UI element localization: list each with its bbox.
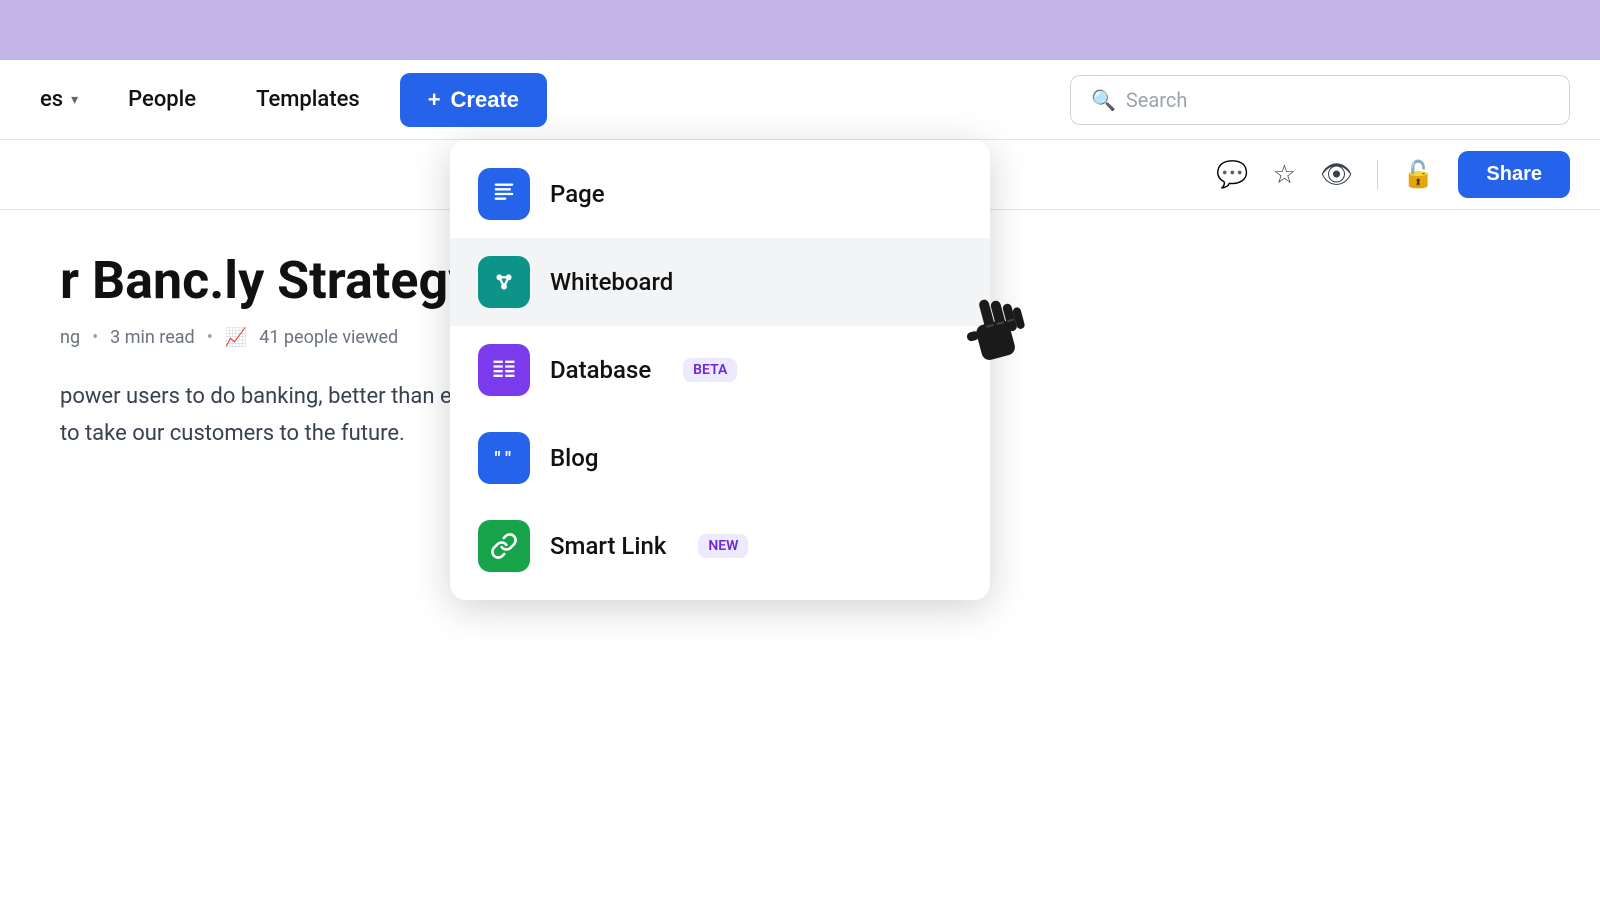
search-box[interactable]: 🔍 Search: [1070, 75, 1570, 125]
dropdown-item-database[interactable]: Database BETA: [450, 326, 990, 414]
database-beta-badge: BETA: [683, 358, 737, 382]
nav-templates-item[interactable]: Templates: [226, 77, 390, 122]
meta-dot-2: •: [207, 327, 213, 348]
dropdown-item-page[interactable]: Page: [450, 150, 990, 238]
nav-pages-item[interactable]: es ▾: [20, 77, 98, 122]
dropdown-page-label: Page: [550, 180, 605, 208]
meta-author: ng: [60, 327, 80, 348]
blog-icon: " ": [478, 432, 530, 484]
trend-icon: 📈: [225, 327, 247, 348]
smartlink-new-badge: NEW: [698, 534, 748, 558]
meta-dot-1: •: [92, 327, 98, 348]
dropdown-whiteboard-label: Whiteboard: [550, 268, 673, 296]
nav-templates-label: Templates: [256, 87, 360, 112]
nav-right: 🔍 Search: [1070, 75, 1600, 125]
dropdown-item-whiteboard[interactable]: Whiteboard: [450, 238, 990, 326]
share-label: Share: [1486, 163, 1542, 185]
navbar: es ▾ People Templates + Create 🔍 Search: [0, 60, 1600, 140]
page-icon: [478, 168, 530, 220]
share-button[interactable]: Share: [1458, 151, 1570, 198]
chevron-down-icon: ▾: [71, 92, 78, 108]
toolbar-icons: 💬 ☆ 👁 🔓 Share: [1216, 151, 1570, 198]
nav-people-label: People: [128, 87, 196, 112]
search-icon: 🔍: [1091, 88, 1116, 112]
dropdown-item-blog[interactable]: " " Blog: [450, 414, 990, 502]
nav-people-item[interactable]: People: [98, 77, 226, 122]
create-dropdown: Page Whiteboard: [450, 140, 990, 600]
smartlink-icon: [478, 520, 530, 572]
whiteboard-icon: [478, 256, 530, 308]
dropdown-smartlink-label: Smart Link: [550, 532, 666, 560]
meta-views: 41 people viewed: [259, 327, 398, 348]
body-line-2: to take our customers to the future.: [60, 421, 405, 446]
dropdown-blog-label: Blog: [550, 444, 599, 472]
meta-read-time: 3 min read: [110, 327, 195, 348]
dropdown-database-label: Database: [550, 356, 651, 384]
database-icon: [478, 344, 530, 396]
svg-text:": ": [495, 448, 501, 470]
chat-icon[interactable]: 💬: [1216, 160, 1248, 190]
nav-left: es ▾ People Templates + Create: [0, 73, 547, 127]
search-placeholder: Search: [1126, 88, 1187, 112]
create-label: Create: [451, 87, 519, 113]
star-icon[interactable]: ☆: [1273, 160, 1296, 190]
top-banner: [0, 0, 1600, 60]
plus-icon: +: [428, 87, 441, 113]
nav-pages-label: es: [40, 87, 63, 112]
toolbar-divider: [1377, 160, 1378, 190]
eye-icon[interactable]: 👁: [1320, 160, 1353, 190]
svg-text:": ": [505, 448, 511, 470]
create-button[interactable]: + Create: [400, 73, 547, 127]
dropdown-item-smartlink[interactable]: Smart Link NEW: [450, 502, 990, 590]
lock-icon[interactable]: 🔓: [1402, 160, 1434, 190]
